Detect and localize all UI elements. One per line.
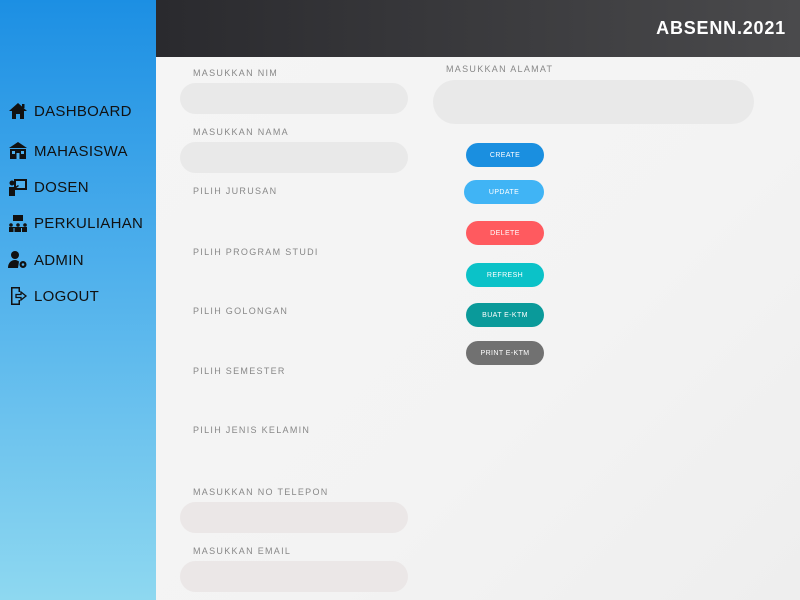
email-input[interactable] [180, 561, 408, 592]
sidebar-item-dosen[interactable]: DOSEN [8, 177, 89, 197]
sidebar-item-dashboard[interactable]: DASHBOARD [8, 101, 132, 121]
sidebar-item-perkuliahan[interactable]: PERKULIAHAN [8, 213, 143, 233]
sidebar-item-label: MAHASISWA [34, 142, 128, 160]
classroom-icon [8, 213, 28, 233]
sidebar: DASHBOARD MAHASISWA DOSEN PERKULIAHAN AD… [0, 0, 156, 600]
nama-label: MASUKKAN NAMA [193, 127, 289, 137]
refresh-button[interactable]: REFRESH [466, 263, 544, 287]
nim-label: MASUKKAN NIM [193, 68, 279, 78]
create-button[interactable]: CREATE [466, 143, 544, 167]
print-ektm-button[interactable]: PRINT E-KTM [466, 341, 544, 365]
home-icon [8, 101, 28, 121]
jurusan-label: PILIH JURUSAN [193, 186, 278, 196]
jenis-kelamin-label: PILIH JENIS KELAMIN [193, 425, 311, 435]
sidebar-item-admin[interactable]: ADMIN [8, 250, 84, 270]
user-gear-icon [8, 250, 28, 270]
school-icon [8, 141, 28, 161]
sidebar-item-label: LOGOUT [34, 287, 100, 305]
semester-label: PILIH SEMESTER [193, 366, 286, 376]
sidebar-item-mahasiswa[interactable]: MAHASISWA [8, 141, 128, 161]
nama-input[interactable] [180, 142, 408, 173]
buat-ektm-button[interactable]: BUAT E-KTM [466, 303, 544, 327]
logout-icon [8, 286, 28, 306]
sidebar-item-label: ADMIN [34, 251, 84, 269]
email-label: MASUKKAN EMAIL [193, 546, 292, 556]
golongan-label: PILIH GOLONGAN [193, 306, 289, 316]
app-title: ABSENN.2021 [656, 18, 786, 38]
teacher-icon [8, 177, 28, 197]
top-bar: ABSENN.2021 [156, 0, 800, 57]
sidebar-item-label: PERKULIAHAN [34, 214, 144, 232]
update-button[interactable]: UPDATE [464, 180, 544, 204]
alamat-input[interactable] [433, 80, 754, 124]
program-studi-label: PILIH PROGRAM STUDI [193, 247, 319, 257]
telepon-label: MASUKKAN NO TELEPON [193, 487, 329, 497]
alamat-label: MASUKKAN ALAMAT [446, 64, 554, 74]
nim-input[interactable] [180, 83, 408, 114]
telepon-input[interactable] [180, 502, 408, 533]
delete-button[interactable]: DELETE [466, 221, 544, 245]
sidebar-item-logout[interactable]: LOGOUT [8, 286, 99, 306]
sidebar-item-label: DOSEN [34, 178, 89, 196]
sidebar-item-label: DASHBOARD [34, 102, 132, 120]
